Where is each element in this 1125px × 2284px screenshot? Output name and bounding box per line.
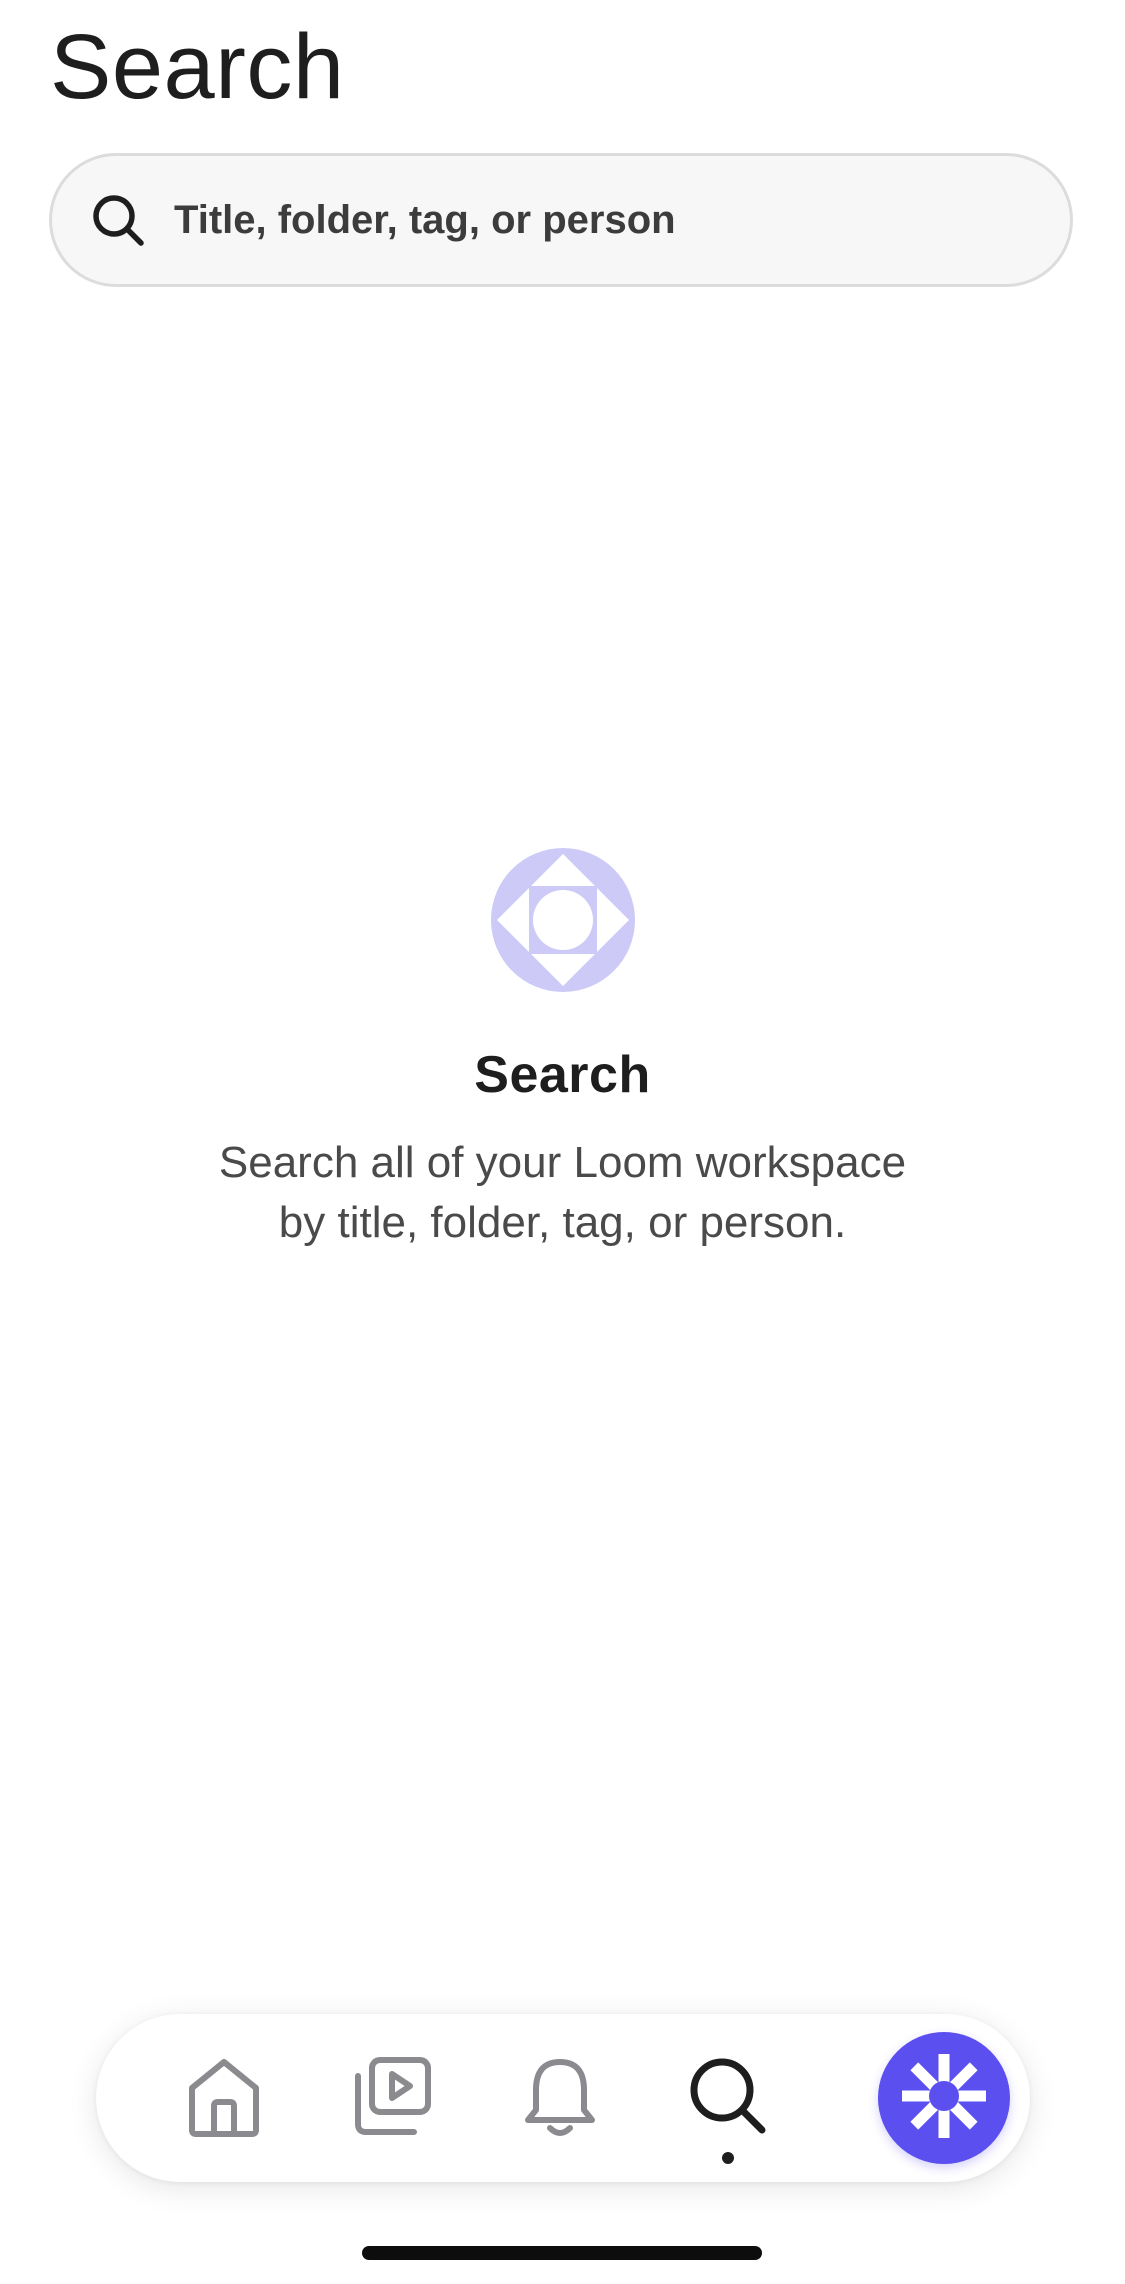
- video-library-icon: [350, 2054, 434, 2143]
- search-icon: [686, 2054, 770, 2143]
- tab-search[interactable]: [668, 2014, 788, 2182]
- tab-notifications[interactable]: [500, 2014, 620, 2182]
- search-icon: [88, 190, 148, 250]
- search-input[interactable]: [172, 196, 1030, 244]
- active-tab-indicator: [722, 2152, 734, 2164]
- tab-library[interactable]: [332, 2014, 452, 2182]
- home-indicator: [362, 2246, 762, 2260]
- bottom-tab-bar: [96, 2014, 1030, 2182]
- empty-state-title: Search: [474, 1046, 651, 1104]
- search-bar[interactable]: [49, 153, 1073, 287]
- tab-home[interactable]: [164, 2014, 284, 2182]
- loom-search-emblem-icon: [490, 848, 635, 997]
- home-icon: [184, 2054, 264, 2143]
- loom-record-icon: [898, 2050, 990, 2147]
- page-title: Search: [50, 16, 345, 118]
- bell-icon: [522, 2054, 598, 2143]
- empty-state-description: Search all of your Loom workspace by tit…: [218, 1138, 907, 1247]
- empty-state: Search Search all of your Loom workspace…: [0, 848, 1125, 1253]
- record-button[interactable]: [878, 2032, 1010, 2164]
